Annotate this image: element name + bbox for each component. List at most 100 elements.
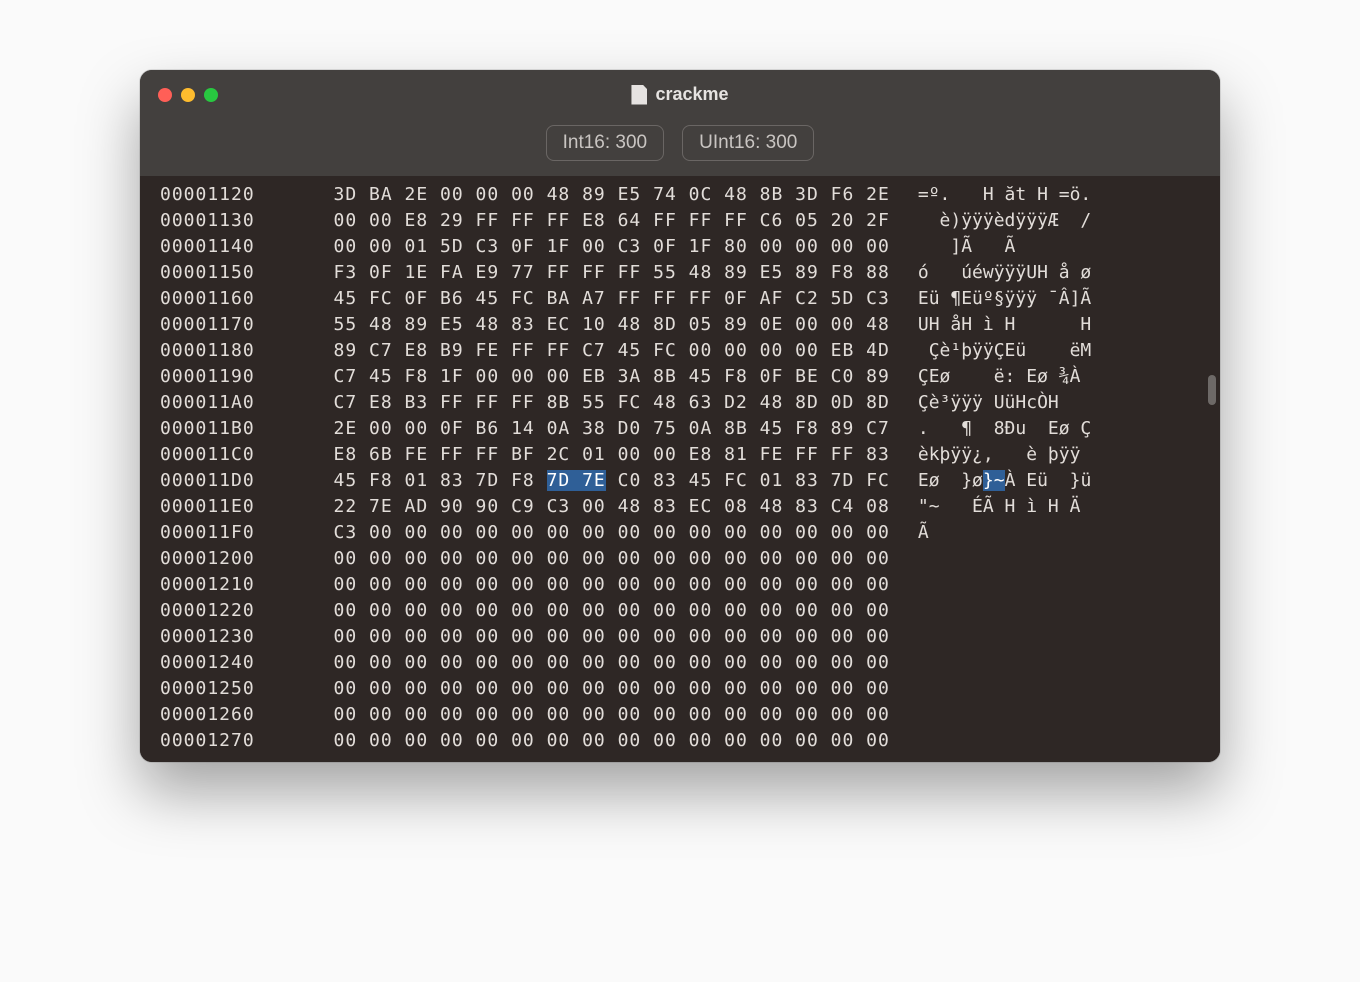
hex-bytes[interactable]: C3 00 00 00 00 00 00 00 00 00 00 00 00 0… bbox=[298, 520, 890, 546]
hex-bytes[interactable]: 00 00 00 00 00 00 00 00 00 00 00 00 00 0… bbox=[298, 572, 890, 598]
window-title-row: crackme bbox=[631, 84, 728, 105]
hex-bytes[interactable]: 00 00 00 00 00 00 00 00 00 00 00 00 00 0… bbox=[298, 650, 890, 676]
ascii-column[interactable] bbox=[918, 650, 1091, 676]
hex-bytes[interactable]: 89 C7 E8 B9 FE FF FF C7 45 FC 00 00 00 0… bbox=[298, 338, 890, 364]
hex-bytes[interactable]: C7 45 F8 1F 00 00 00 EB 3A 8B 45 F8 0F B… bbox=[298, 364, 890, 390]
hex-row[interactable]: 000011C0 E8 6B FE FF FF BF 2C 01 00 00 E… bbox=[160, 442, 1200, 468]
hex-row[interactable]: 00001270 00 00 00 00 00 00 00 00 00 00 0… bbox=[160, 728, 1200, 754]
address: 00001220 bbox=[160, 598, 298, 624]
hex-content[interactable]: 00001120 3D BA 2E 00 00 00 48 89 E5 74 0… bbox=[140, 176, 1220, 762]
hex-row[interactable]: 00001190 C7 45 F8 1F 00 00 00 EB 3A 8B 4… bbox=[160, 364, 1200, 390]
hex-bytes[interactable]: 45 F8 01 83 7D F8 7D 7E C0 83 45 FC 01 8… bbox=[298, 468, 890, 494]
hex-bytes[interactable]: 22 7E AD 90 90 C9 C3 00 48 83 EC 08 48 8… bbox=[298, 494, 890, 520]
uint16-pill[interactable]: UInt16: 300 bbox=[682, 125, 814, 161]
ascii-column[interactable]: =º. H ăt H =ö. bbox=[918, 182, 1091, 208]
hex-bytes[interactable]: F3 0F 1E FA E9 77 FF FF FF 55 48 89 E5 8… bbox=[298, 260, 890, 286]
hex-row[interactable]: 00001260 00 00 00 00 00 00 00 00 00 00 0… bbox=[160, 702, 1200, 728]
ascii-column[interactable]: ó úéwÿÿÿUH å ø bbox=[918, 260, 1091, 286]
address: 00001240 bbox=[160, 650, 298, 676]
hex-bytes[interactable]: 00 00 00 00 00 00 00 00 00 00 00 00 00 0… bbox=[298, 546, 890, 572]
address: 00001150 bbox=[160, 260, 298, 286]
ascii-column[interactable] bbox=[918, 572, 1091, 598]
hex-row[interactable]: 00001160 45 FC 0F B6 45 FC BA A7 FF FF F… bbox=[160, 286, 1200, 312]
address: 00001170 bbox=[160, 312, 298, 338]
hex-bytes[interactable]: 00 00 00 00 00 00 00 00 00 00 00 00 00 0… bbox=[298, 702, 890, 728]
hex-bytes[interactable]: 00 00 E8 29 FF FF FF E8 64 FF FF FF C6 0… bbox=[298, 208, 890, 234]
hex-row[interactable]: 00001180 89 C7 E8 B9 FE FF FF C7 45 FC 0… bbox=[160, 338, 1200, 364]
ascii-column[interactable]: . ¶ 8Ðu Eø Ç bbox=[918, 416, 1091, 442]
selected-byte[interactable]: 7D bbox=[547, 470, 583, 491]
hex-bytes[interactable]: 00 00 01 5D C3 0F 1F 00 C3 0F 1F 80 00 0… bbox=[298, 234, 890, 260]
hex-bytes[interactable]: 00 00 00 00 00 00 00 00 00 00 00 00 00 0… bbox=[298, 598, 890, 624]
address: 00001250 bbox=[160, 676, 298, 702]
traffic-lights bbox=[158, 88, 218, 102]
address: 000011B0 bbox=[160, 416, 298, 442]
ascii-column[interactable]: UH åH ì H H bbox=[918, 312, 1091, 338]
hex-row[interactable]: 00001130 00 00 E8 29 FF FF FF E8 64 FF F… bbox=[160, 208, 1200, 234]
titlebar[interactable]: crackme Int16: 300 UInt16: 300 bbox=[140, 70, 1220, 176]
int16-pill[interactable]: Int16: 300 bbox=[546, 125, 665, 161]
address: 00001200 bbox=[160, 546, 298, 572]
info-bar: Int16: 300 UInt16: 300 bbox=[546, 125, 815, 161]
hex-row[interactable]: 00001220 00 00 00 00 00 00 00 00 00 00 0… bbox=[160, 598, 1200, 624]
hex-row[interactable]: 00001150 F3 0F 1E FA E9 77 FF FF FF 55 4… bbox=[160, 260, 1200, 286]
hex-row[interactable]: 00001240 00 00 00 00 00 00 00 00 00 00 0… bbox=[160, 650, 1200, 676]
hex-row[interactable]: 000011E0 22 7E AD 90 90 C9 C3 00 48 83 E… bbox=[160, 494, 1200, 520]
address: 00001260 bbox=[160, 702, 298, 728]
ascii-column[interactable]: Ã bbox=[918, 520, 1091, 546]
address: 00001140 bbox=[160, 234, 298, 260]
ascii-column[interactable]: Eü ¶Eüº§ÿÿÿ ¯Â]Ã bbox=[918, 286, 1091, 312]
hex-row[interactable]: 00001210 00 00 00 00 00 00 00 00 00 00 0… bbox=[160, 572, 1200, 598]
hex-bytes[interactable]: 55 48 89 E5 48 83 EC 10 48 8D 05 89 0E 0… bbox=[298, 312, 890, 338]
hex-editor-window: crackme Int16: 300 UInt16: 300 00001120 … bbox=[140, 70, 1220, 762]
hex-bytes[interactable]: 00 00 00 00 00 00 00 00 00 00 00 00 00 0… bbox=[298, 624, 890, 650]
hex-bytes[interactable]: E8 6B FE FF FF BF 2C 01 00 00 E8 81 FE F… bbox=[298, 442, 890, 468]
ascii-column[interactable]: "~ ÉÃ H ì H Ä bbox=[918, 494, 1091, 520]
address: 000011F0 bbox=[160, 520, 298, 546]
hex-row[interactable]: 00001140 00 00 01 5D C3 0F 1F 00 C3 0F 1… bbox=[160, 234, 1200, 260]
ascii-column[interactable] bbox=[918, 546, 1091, 572]
address: 00001180 bbox=[160, 338, 298, 364]
ascii-column[interactable] bbox=[918, 702, 1091, 728]
ascii-column[interactable]: è)ÿÿÿèdÿÿÿÆ / bbox=[918, 208, 1091, 234]
address: 00001210 bbox=[160, 572, 298, 598]
ascii-column[interactable]: Çè¹þÿÿÇEü ëM bbox=[918, 338, 1091, 364]
ascii-column[interactable]: èkþÿÿ¿, è þÿÿ bbox=[918, 442, 1091, 468]
hex-bytes[interactable]: 45 FC 0F B6 45 FC BA A7 FF FF FF 0F AF C… bbox=[298, 286, 890, 312]
scrollbar-thumb[interactable] bbox=[1208, 375, 1216, 405]
hex-row[interactable]: 00001120 3D BA 2E 00 00 00 48 89 E5 74 0… bbox=[160, 182, 1200, 208]
maximize-button[interactable] bbox=[204, 88, 218, 102]
hex-row[interactable]: 00001230 00 00 00 00 00 00 00 00 00 00 0… bbox=[160, 624, 1200, 650]
ascii-column[interactable] bbox=[918, 728, 1091, 754]
address: 00001230 bbox=[160, 624, 298, 650]
hex-bytes[interactable]: 3D BA 2E 00 00 00 48 89 E5 74 0C 48 8B 3… bbox=[298, 182, 890, 208]
hex-bytes[interactable]: 00 00 00 00 00 00 00 00 00 00 00 00 00 0… bbox=[298, 728, 890, 754]
hex-bytes[interactable]: C7 E8 B3 FF FF FF 8B 55 FC 48 63 D2 48 8… bbox=[298, 390, 890, 416]
address: 000011D0 bbox=[160, 468, 298, 494]
ascii-column[interactable]: ÇEø ë: Eø ¾À bbox=[918, 364, 1091, 390]
ascii-column[interactable]: Çè³ÿÿÿ UüHcÒH bbox=[918, 390, 1091, 416]
hex-row[interactable]: 00001200 00 00 00 00 00 00 00 00 00 00 0… bbox=[160, 546, 1200, 572]
ascii-column[interactable] bbox=[918, 676, 1091, 702]
hex-row[interactable]: 000011F0 C3 00 00 00 00 00 00 00 00 00 0… bbox=[160, 520, 1200, 546]
hex-row[interactable]: 00001250 00 00 00 00 00 00 00 00 00 00 0… bbox=[160, 676, 1200, 702]
hex-row[interactable]: 000011A0 C7 E8 B3 FF FF FF 8B 55 FC 48 6… bbox=[160, 390, 1200, 416]
ascii-column[interactable]: ]Ã Ã bbox=[918, 234, 1091, 260]
hex-row[interactable]: 000011B0 2E 00 00 0F B6 14 0A 38 D0 75 0… bbox=[160, 416, 1200, 442]
hex-bytes[interactable]: 00 00 00 00 00 00 00 00 00 00 00 00 00 0… bbox=[298, 676, 890, 702]
ascii-column[interactable]: Eø }ø}~À Eü }ü bbox=[918, 468, 1091, 494]
minimize-button[interactable] bbox=[181, 88, 195, 102]
ascii-column[interactable] bbox=[918, 624, 1091, 650]
address: 000011E0 bbox=[160, 494, 298, 520]
address: 00001130 bbox=[160, 208, 298, 234]
hex-row[interactable]: 00001170 55 48 89 E5 48 83 EC 10 48 8D 0… bbox=[160, 312, 1200, 338]
address: 00001190 bbox=[160, 364, 298, 390]
address: 00001270 bbox=[160, 728, 298, 754]
selected-ascii[interactable]: }~ bbox=[983, 470, 1005, 491]
hex-row[interactable]: 000011D0 45 F8 01 83 7D F8 7D 7E C0 83 4… bbox=[160, 468, 1200, 494]
address: 000011A0 bbox=[160, 390, 298, 416]
hex-bytes[interactable]: 2E 00 00 0F B6 14 0A 38 D0 75 0A 8B 45 F… bbox=[298, 416, 890, 442]
selected-byte[interactable]: 7E bbox=[582, 470, 606, 491]
close-button[interactable] bbox=[158, 88, 172, 102]
ascii-column[interactable] bbox=[918, 598, 1091, 624]
